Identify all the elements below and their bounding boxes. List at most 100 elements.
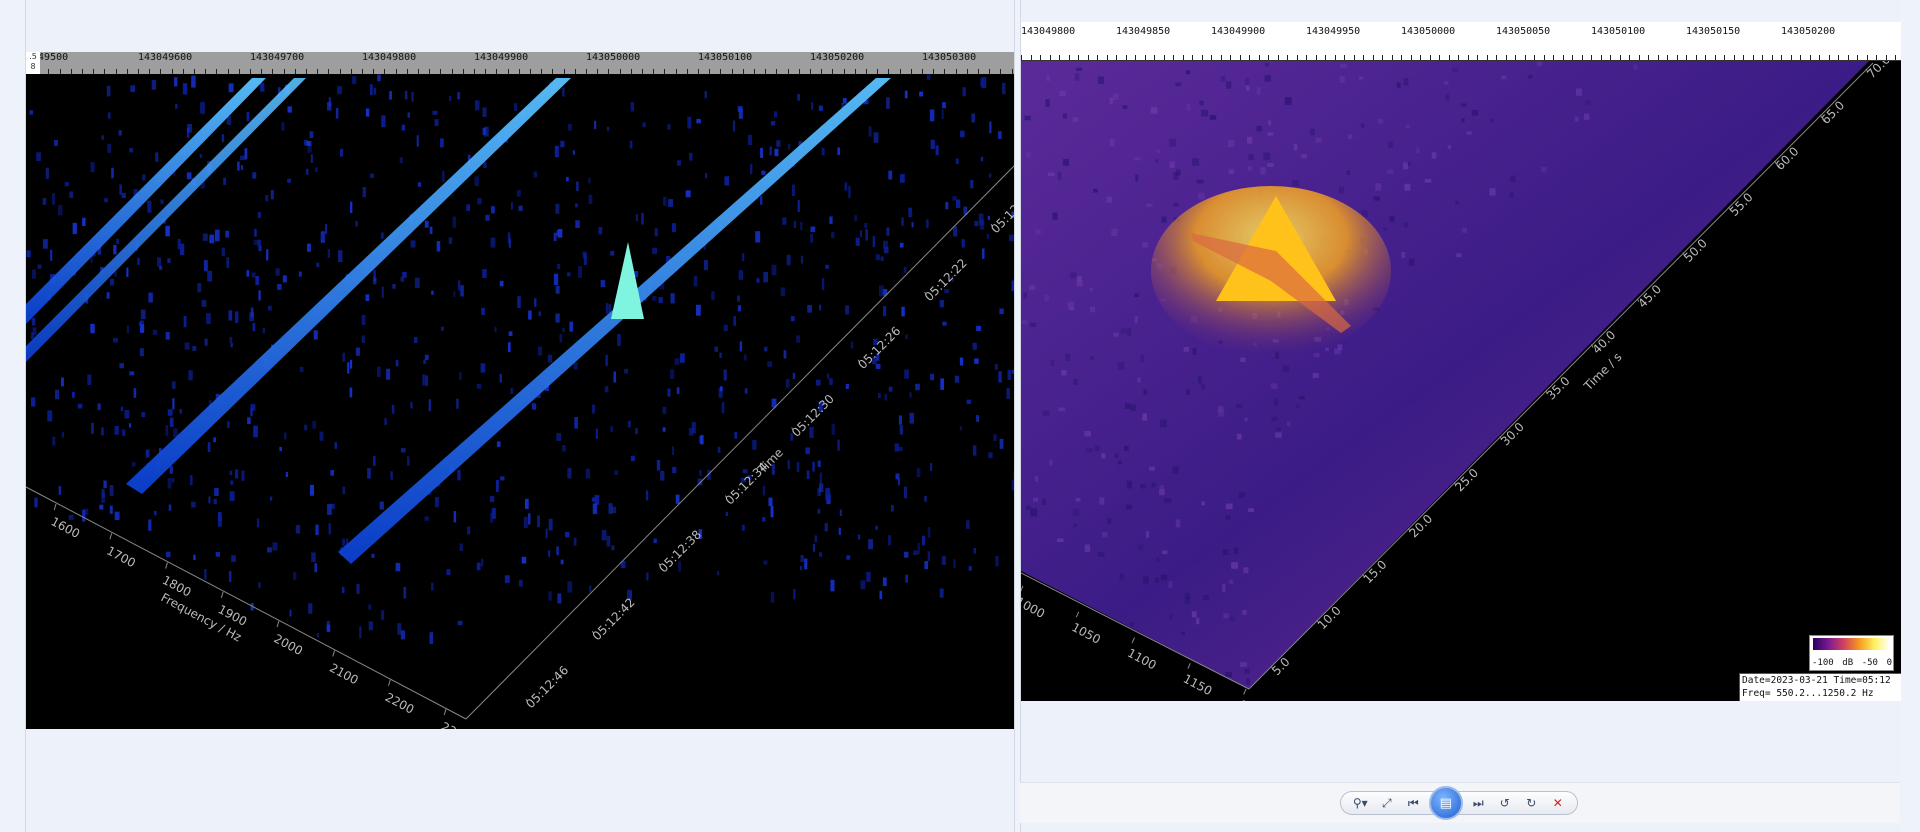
noise-speck (966, 520, 970, 529)
ruler-tick (1695, 55, 1697, 60)
left-image-window: 3049500 143049600 143049700 143049800 143049… (25, 0, 1015, 832)
noise-speck (979, 219, 985, 230)
right-3d-spectrogram[interactable]: 10001050110011501200 5.010.015.020.025.0… (1021, 61, 1901, 701)
surface-speck (1101, 453, 1106, 459)
surface-speck (1102, 532, 1108, 538)
noise-speck (169, 417, 174, 427)
noise-speck (400, 630, 406, 640)
noise-speck (1007, 369, 1011, 380)
surface-speck (1156, 557, 1160, 563)
surface-speck (1032, 497, 1039, 502)
noise-speck (309, 484, 315, 496)
right-time-axis-label: Time / s (1581, 350, 1625, 394)
ruler-tick (1458, 55, 1459, 60)
noise-speck (770, 591, 775, 603)
ruler-tick (1068, 55, 1070, 60)
noise-speck (830, 579, 835, 592)
ruler-tick (1087, 55, 1089, 60)
noise-speck (555, 313, 560, 323)
noise-speck (140, 309, 146, 320)
noise-speck (898, 415, 902, 425)
noise-speck (42, 198, 47, 205)
noise-speck (594, 120, 597, 130)
noise-speck (508, 331, 513, 336)
noise-speck (953, 226, 958, 237)
surface-speck (1109, 97, 1113, 104)
noise-speck (165, 424, 169, 436)
previous-icon[interactable]: ⏮ (1402, 794, 1424, 812)
noise-speck (696, 118, 701, 124)
surface-speck (1202, 594, 1209, 601)
noise-speck (942, 321, 947, 326)
noise-speck (355, 347, 360, 356)
surface-speck (1227, 140, 1235, 148)
surface-speck (1267, 132, 1274, 136)
rotate-left-icon[interactable]: ↺ (1494, 794, 1516, 812)
noise-speck (998, 371, 1002, 383)
noise-speck (873, 132, 879, 143)
noise-speck (899, 425, 904, 435)
noise-speck (368, 621, 374, 631)
noise-speck (482, 107, 487, 118)
slideshow-icon[interactable]: ▤ (1428, 786, 1463, 820)
noise-speck (229, 491, 235, 502)
noise-speck (192, 345, 197, 351)
noise-speck (495, 480, 499, 492)
ruler-tick (1752, 55, 1754, 60)
surface-speck (1140, 484, 1146, 489)
delete-icon[interactable]: ✕ (1547, 794, 1569, 812)
ruler-tick (1182, 55, 1184, 60)
noise-speck (113, 337, 118, 343)
surface-speck (1383, 226, 1387, 231)
info-frequency-range: Freq= 550.2...1250.2 Hz (1742, 688, 1874, 699)
ruler-tick (1154, 55, 1155, 60)
noise-speck (122, 429, 126, 437)
noise-speck (214, 229, 220, 242)
noise-speck (335, 107, 339, 119)
noise-speck (904, 90, 908, 99)
noise-speck (428, 399, 431, 412)
noise-speck (395, 360, 399, 367)
noise-speck (203, 260, 208, 272)
next-icon[interactable]: ⏭ (1467, 794, 1489, 812)
noise-speck (528, 513, 531, 525)
noise-speck (919, 91, 924, 97)
noise-speck (234, 311, 239, 323)
noise-speck (256, 518, 260, 528)
noise-speck (752, 440, 757, 450)
noise-speck (467, 526, 471, 535)
noise-speck (793, 588, 796, 600)
noise-speck (262, 327, 266, 334)
noise-speck (349, 201, 353, 214)
surface-speck (1284, 97, 1292, 105)
left-3d-spectrogram[interactable]: 16001700180019002000210022002300 05:12:1… (26, 74, 1014, 729)
noise-speck (114, 271, 117, 277)
surface-speck (1197, 375, 1202, 384)
colorbar-labels: -100 dB -50 0 (1812, 658, 1892, 668)
noise-speck (908, 211, 913, 218)
noise-speck (231, 555, 236, 562)
magnifier-icon[interactable]: ⚲▾ (1349, 794, 1371, 812)
noise-speck (221, 134, 225, 143)
noise-speck (941, 109, 944, 120)
noise-speck (206, 313, 211, 324)
noise-speck (200, 102, 205, 114)
ruler-tick (1097, 55, 1098, 60)
rotate-right-icon[interactable]: ↻ (1520, 794, 1542, 812)
noise-speck (903, 486, 908, 499)
noise-speck (209, 234, 215, 244)
noise-speck (389, 91, 393, 100)
ruler-label: 143049900 (1211, 26, 1266, 37)
noise-speck (821, 147, 825, 156)
noise-speck (693, 275, 698, 287)
noise-speck (818, 105, 823, 111)
surface-speck (1292, 179, 1300, 187)
noise-speck (930, 139, 935, 150)
noise-speck (770, 506, 774, 518)
fit-window-icon[interactable]: ⤢ (1376, 794, 1398, 812)
ruler-label: 143049850 (1116, 26, 1171, 37)
noise-speck (855, 237, 860, 246)
noise-speck (207, 270, 213, 282)
surface-speck (1405, 124, 1410, 129)
surface-speck (1192, 348, 1197, 355)
